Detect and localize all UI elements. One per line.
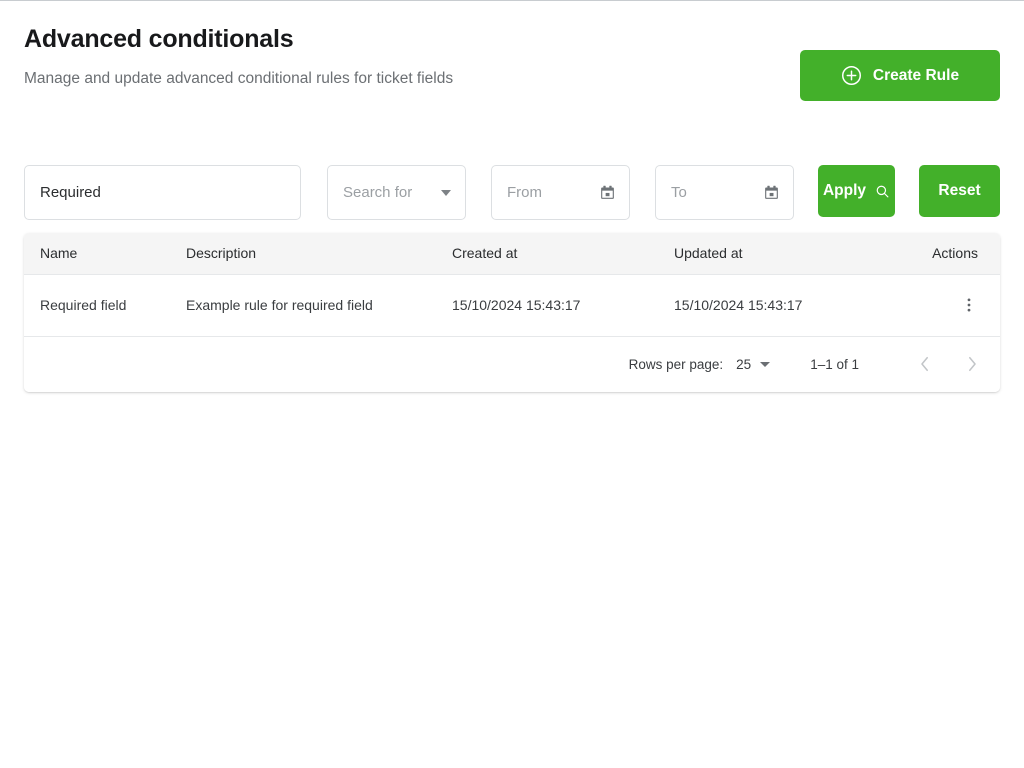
name-filter-input[interactable]: Required xyxy=(24,165,301,220)
chevron-down-icon xyxy=(760,362,770,367)
table-row[interactable]: Required field Example rule for required… xyxy=(24,274,1000,336)
next-page-button[interactable] xyxy=(961,353,983,375)
calendar-icon[interactable] xyxy=(763,184,780,201)
date-to-input[interactable]: To xyxy=(655,165,794,220)
advanced-conditionals-page: Advanced conditionals Manage and update … xyxy=(0,1,1024,768)
page-header: Advanced conditionals Manage and update … xyxy=(24,23,1000,119)
table-header-row: Name Description Created at Updated at A… xyxy=(24,233,1000,274)
filter-bar: Required Search for From To xyxy=(24,165,1000,220)
search-for-select[interactable]: Search for xyxy=(327,165,466,220)
column-header-created-at: Created at xyxy=(452,233,674,274)
date-from-input[interactable]: From xyxy=(491,165,630,220)
column-header-updated-at: Updated at xyxy=(674,233,899,274)
reset-label: Reset xyxy=(938,182,980,200)
plus-circle-icon xyxy=(841,65,862,86)
date-from-placeholder: From xyxy=(507,184,542,201)
search-for-placeholder: Search for xyxy=(343,184,412,201)
rules-table: Name Description Created at Updated at A… xyxy=(24,233,1000,337)
chevron-left-icon xyxy=(919,355,930,373)
rows-per-page-select[interactable]: 25 xyxy=(736,357,770,372)
table-body: Required field Example rule for required… xyxy=(24,274,1000,336)
chevron-down-icon xyxy=(441,190,451,196)
cell-name: Required field xyxy=(24,274,186,336)
column-header-name: Name xyxy=(24,233,186,274)
previous-page-button[interactable] xyxy=(913,353,935,375)
rows-per-page-value: 25 xyxy=(736,357,751,372)
column-header-description: Description xyxy=(186,233,452,274)
calendar-icon[interactable] xyxy=(599,184,616,201)
pagination-bar: Rows per page: 25 1–1 of 1 xyxy=(24,337,1000,392)
apply-label: Apply xyxy=(823,182,866,200)
create-rule-label: Create Rule xyxy=(873,67,959,85)
cell-description: Example rule for required field xyxy=(186,274,452,336)
name-filter-value: Required xyxy=(40,184,101,201)
date-to-placeholder: To xyxy=(671,184,687,201)
chevron-right-icon xyxy=(967,355,978,373)
cell-updated-at: 15/10/2024 15:43:17 xyxy=(674,274,899,336)
table-head: Name Description Created at Updated at A… xyxy=(24,233,1000,274)
reset-filters-button[interactable]: Reset xyxy=(919,165,1000,217)
cell-created-at: 15/10/2024 15:43:17 xyxy=(452,274,674,336)
cell-actions xyxy=(899,274,1000,336)
rows-per-page-label: Rows per page: xyxy=(629,357,724,372)
kebab-menu-icon xyxy=(960,296,978,314)
apply-filters-button[interactable]: Apply xyxy=(818,165,895,217)
row-actions-button[interactable] xyxy=(960,296,978,314)
search-icon xyxy=(875,184,890,199)
column-header-actions: Actions xyxy=(899,233,1000,274)
create-rule-button[interactable]: Create Rule xyxy=(800,50,1000,101)
rules-table-card: Name Description Created at Updated at A… xyxy=(24,233,1000,392)
pagination-range-label: 1–1 of 1 xyxy=(810,357,859,372)
